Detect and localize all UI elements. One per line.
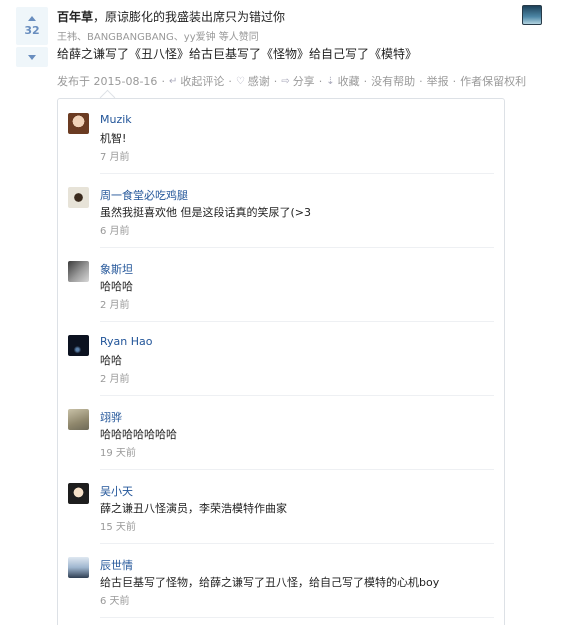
comment-text: 哈哈 [100,354,122,367]
comment-time: 6 天前 [100,596,130,607]
comment-text: 机智! [100,132,127,145]
publish-date[interactable]: 发布于 2015-08-16 [57,73,157,89]
upvote-arrow-icon [28,15,36,21]
comment-time: 19 天前 [100,448,136,459]
avatar[interactable] [68,261,89,282]
meta-separator: · [452,74,457,88]
comment-time: 7 月前 [100,152,130,163]
author-name[interactable]: 百年草 [57,10,93,24]
report-button[interactable]: 举报 [427,73,449,89]
comment-text: 给古巨基写了怪物，给薛之谦写了丑八怪，给自己写了模特的心机boy [100,576,440,589]
comment-author[interactable]: 周一食堂必吃鸡腿 [100,187,188,203]
comment-time: 6 月前 [100,226,130,237]
collapse-comments-button[interactable]: ↵ 收起评论 [169,73,224,89]
comment-text: 哈哈哈 [100,280,133,293]
avatar[interactable] [68,557,89,578]
copyright-notice[interactable]: 作者保留权利 [460,73,526,89]
downvote-button[interactable] [16,47,48,67]
comment-time: 2 月前 [100,374,130,385]
bookmark-icon: ⇣ [326,75,335,87]
comment-text: 哈哈哈哈哈哈哈 [100,428,177,441]
answer-meta-bar: 发布于 2015-08-16 · ↵ 收起评论 · ♡ 感谢 · ⇨ 分享 · ⇣ 收藏… [57,73,526,89]
avatar[interactable] [68,409,89,430]
meta-separator: · [228,74,232,88]
upvote-button[interactable]: 32 [16,7,48,45]
favorite-button[interactable]: ⇣ 收藏 [326,73,359,89]
comment-time: 15 天前 [100,522,136,533]
voters-list[interactable]: 王袆、BANGBANGBANG、yy爱钟 等人赞同 [57,28,259,43]
share-button[interactable]: ⇨ 分享 [281,73,314,89]
avatar[interactable] [68,113,89,134]
avatar[interactable] [68,483,89,504]
vote-count: 32 [24,23,40,37]
answer-author: 百年草，原谅膨化的我盛装出席只为错过你 [57,8,285,25]
comment-divider [100,247,494,248]
heart-icon: ♡ [235,75,245,87]
author-avatar[interactable] [522,5,542,25]
comment-author[interactable]: 象斯坦 [100,261,133,277]
comment-author[interactable]: 翊骅 [100,409,122,425]
comment-text: 薛之谦丑八怪演员，李荣浩模特作曲家 [100,502,287,515]
answer-text: 给薛之谦写了《丑八怪》给古巨基写了《怪物》给自己写了《模特》 [57,47,418,61]
meta-separator: · [419,74,423,88]
comment-box: Muzik 机智! 7 月前 周一食堂必吃鸡腿 虽然我挺喜欢他 但是这段话真的笑… [57,98,505,625]
vote-widget: 32 [16,7,48,67]
comment-icon: ↵ [168,75,178,87]
thanks-button[interactable]: ♡ 感谢 [236,73,270,89]
comment-author[interactable]: 吴小天 [100,483,133,499]
comment-author[interactable]: 辰世情 [100,557,133,573]
comment-author[interactable]: Ryan Hao [100,335,153,348]
comment-text: 虽然我挺喜欢他 但是这段话真的笑尿了(>3 [100,206,312,219]
meta-separator: · [318,74,323,88]
comment-author[interactable]: Muzik [100,113,132,126]
share-icon: ⇨ [281,75,290,87]
avatar[interactable] [68,187,89,208]
comment-time: 2 月前 [100,300,130,311]
no-help-button[interactable]: 没有帮助 [371,73,415,89]
avatar[interactable] [68,335,89,356]
meta-separator: · [273,74,278,88]
comment-divider [100,469,494,470]
meta-separator: · [161,74,165,88]
meta-separator: · [363,74,368,88]
comment-divider [100,321,494,322]
comment-divider [100,173,494,174]
downvote-arrow-icon [28,54,36,60]
comment-divider [100,395,494,396]
comment-divider [100,543,494,544]
comment-divider [100,617,494,618]
author-bio: ，原谅膨化的我盛装出席只为错过你 [93,10,286,24]
